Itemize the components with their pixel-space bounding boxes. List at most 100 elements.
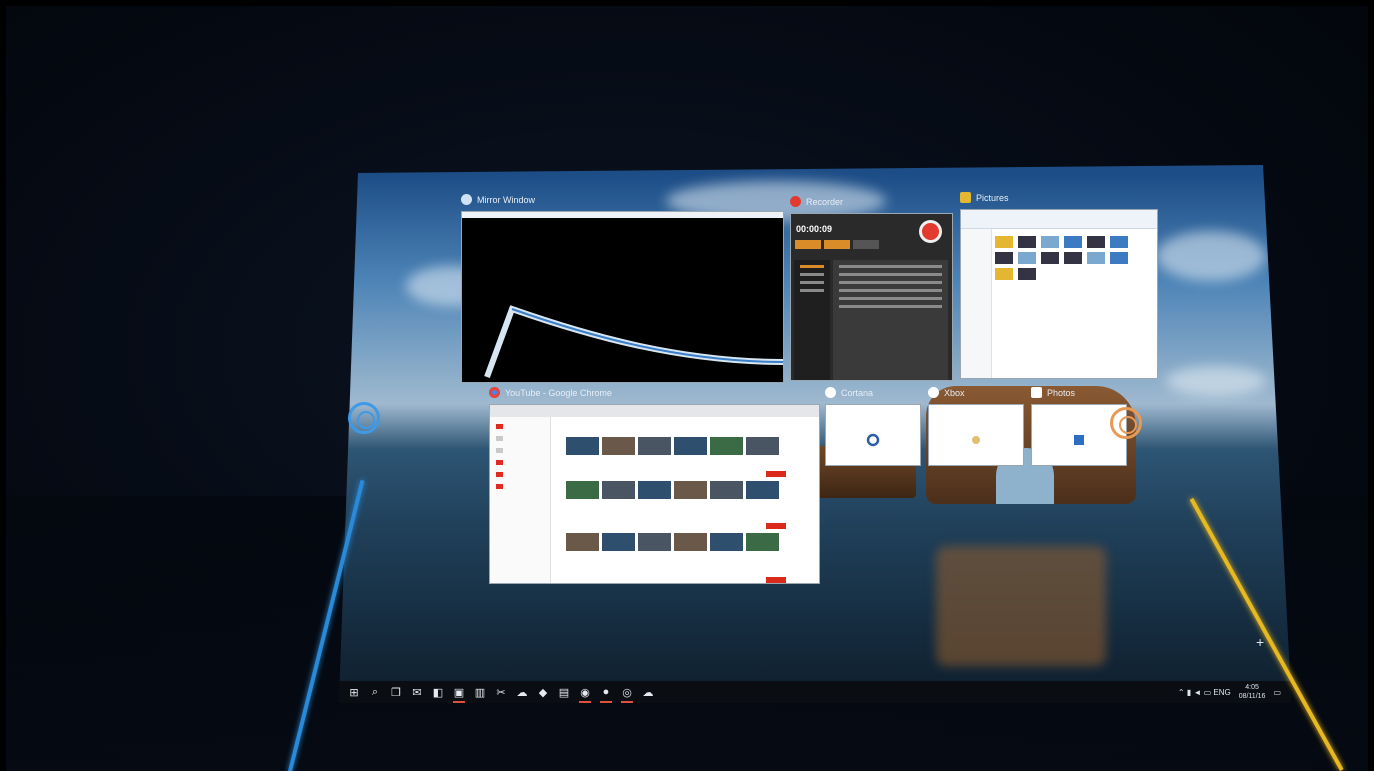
file-thumbnail[interactable] bbox=[1110, 236, 1128, 248]
video-thumbnail[interactable] bbox=[638, 437, 671, 455]
file-thumbnail[interactable] bbox=[995, 236, 1013, 248]
cortana-ring-icon bbox=[866, 433, 880, 447]
window-header: YouTube - Google Chrome bbox=[489, 387, 612, 398]
file-thumbnail[interactable] bbox=[1041, 252, 1059, 264]
video-thumbnail[interactable] bbox=[674, 437, 707, 455]
video-thumbnail[interactable] bbox=[638, 481, 671, 499]
file-thumbnail[interactable] bbox=[1018, 252, 1036, 264]
vr-icon[interactable]: ◆ bbox=[536, 685, 550, 699]
subscribe-button[interactable] bbox=[766, 523, 786, 529]
add-desktop-plus-icon[interactable]: + bbox=[1256, 634, 1264, 650]
video-thumbnail[interactable] bbox=[602, 481, 635, 499]
video-thumbnail[interactable] bbox=[746, 437, 779, 455]
setting-row[interactable] bbox=[839, 281, 942, 284]
taskbar-app-list: ⊞ ⌕ ❐ ✉ ◧ ▣ ▥ ✂ ☁ ◆ ▤ ◉ ● ◎ ☁ bbox=[347, 685, 655, 703]
chrome-icon[interactable]: ◎ bbox=[620, 685, 634, 703]
window-header: Pictures bbox=[960, 192, 1009, 203]
left-controller-cursor-icon[interactable] bbox=[348, 402, 380, 434]
video-thumbnail[interactable] bbox=[746, 481, 779, 499]
tray-clock[interactable]: 4:05 08/11/16 bbox=[1239, 683, 1266, 701]
sidebar-item[interactable] bbox=[496, 472, 503, 477]
search-icon[interactable]: ⌕ bbox=[368, 685, 382, 699]
subscribe-button[interactable] bbox=[766, 471, 786, 477]
explorer-nav-pane[interactable] bbox=[961, 229, 992, 378]
video-thumbnail[interactable] bbox=[710, 533, 743, 551]
video-thumbnail[interactable] bbox=[710, 481, 743, 499]
subscribe-button[interactable] bbox=[766, 577, 786, 583]
trash-icon[interactable]: ▥ bbox=[473, 685, 487, 699]
cortana-content bbox=[825, 404, 921, 466]
youtube-sidebar bbox=[490, 417, 551, 583]
file-thumbnail[interactable] bbox=[1110, 252, 1128, 264]
file-thumbnail[interactable] bbox=[995, 268, 1013, 280]
weather-icon[interactable]: ☁ bbox=[515, 685, 529, 699]
window-title: Photos bbox=[1047, 387, 1076, 398]
setting-row[interactable] bbox=[839, 289, 942, 292]
video-thumbnail[interactable] bbox=[674, 481, 707, 499]
video-thumbnail[interactable] bbox=[710, 437, 743, 455]
file-thumbnail[interactable] bbox=[1041, 236, 1059, 248]
window-title: YouTube - Google Chrome bbox=[505, 387, 612, 398]
window-xbox[interactable]: Xbox bbox=[928, 387, 1024, 466]
file-thumbnail[interactable] bbox=[1064, 252, 1082, 264]
file-thumbnail[interactable] bbox=[1087, 252, 1105, 264]
recorder-icon[interactable]: ● bbox=[599, 685, 613, 703]
sidebar-item[interactable] bbox=[800, 281, 824, 284]
video-thumbnail[interactable] bbox=[566, 437, 599, 455]
window-cortana[interactable]: Cortana bbox=[825, 387, 921, 466]
video-thumbnail[interactable] bbox=[638, 533, 671, 551]
snip-icon[interactable]: ✂ bbox=[494, 685, 508, 699]
setting-row[interactable] bbox=[839, 297, 942, 300]
window-chrome-youtube[interactable]: YouTube - Google Chrome bbox=[489, 387, 820, 584]
file-thumbnail[interactable] bbox=[1087, 236, 1105, 248]
video-thumbnail[interactable] bbox=[566, 533, 599, 551]
video-row bbox=[566, 533, 779, 551]
sidebar-item[interactable] bbox=[496, 484, 503, 489]
sidebar-item-active[interactable] bbox=[800, 265, 824, 268]
sidebar-item[interactable] bbox=[800, 289, 824, 292]
recorder-sidebar bbox=[794, 260, 830, 380]
sidebar-item[interactable] bbox=[496, 448, 503, 453]
sidebar-item[interactable] bbox=[496, 436, 503, 441]
cloud bbox=[1166, 366, 1266, 396]
video-thumbnail[interactable] bbox=[746, 533, 779, 551]
vr-app-icon bbox=[461, 194, 472, 205]
window-title: Recorder bbox=[806, 196, 844, 207]
sidebar-item[interactable] bbox=[496, 460, 503, 465]
file-thumbnail[interactable] bbox=[1018, 236, 1036, 248]
setting-row[interactable] bbox=[839, 305, 942, 308]
cloud-app-icon[interactable]: ☁ bbox=[641, 685, 655, 699]
youtube-logo[interactable] bbox=[496, 424, 503, 429]
record-button[interactable] bbox=[919, 220, 942, 243]
store-icon[interactable]: ◧ bbox=[431, 685, 445, 699]
file-thumbnail[interactable] bbox=[995, 252, 1013, 264]
explorer-ribbon[interactable] bbox=[961, 210, 1157, 229]
setting-row[interactable] bbox=[839, 273, 942, 276]
explorer-file-grid bbox=[995, 236, 1128, 280]
window-file-explorer[interactable]: Pictures bbox=[960, 192, 1158, 379]
task-view-icon[interactable]: ❐ bbox=[389, 685, 403, 699]
steam-icon[interactable]: ◉ bbox=[578, 685, 592, 703]
tray-icons[interactable]: ⌃ ▮ ◄ ▭ ENG bbox=[1178, 688, 1231, 697]
video-thumbnail[interactable] bbox=[602, 437, 635, 455]
recorder-tab[interactable] bbox=[853, 240, 879, 249]
setting-row[interactable] bbox=[839, 265, 942, 268]
mail-icon[interactable]: ✉ bbox=[410, 685, 424, 699]
file-explorer-icon[interactable]: ▣ bbox=[452, 685, 466, 703]
file-thumbnail[interactable] bbox=[1018, 268, 1036, 280]
recorder-tab[interactable] bbox=[795, 240, 821, 249]
browser-toolbar[interactable] bbox=[490, 405, 819, 417]
recorder-tab[interactable] bbox=[824, 240, 850, 249]
video-thumbnail[interactable] bbox=[674, 533, 707, 551]
right-controller-cursor-icon[interactable] bbox=[1110, 407, 1142, 439]
sidebar-item[interactable] bbox=[800, 273, 824, 276]
video-thumbnail[interactable] bbox=[602, 533, 635, 551]
notification-icon[interactable]: ▭ bbox=[1273, 688, 1281, 697]
video-thumbnail[interactable] bbox=[566, 481, 599, 499]
rock-reflection bbox=[936, 546, 1106, 666]
media-player-icon[interactable]: ▤ bbox=[557, 685, 571, 699]
window-recorder[interactable]: Recorder 00:00:09 bbox=[790, 196, 953, 381]
window-vr-view[interactable]: Mirror Window bbox=[461, 194, 784, 383]
file-thumbnail[interactable] bbox=[1064, 236, 1082, 248]
windows-start-icon[interactable]: ⊞ bbox=[347, 685, 361, 699]
